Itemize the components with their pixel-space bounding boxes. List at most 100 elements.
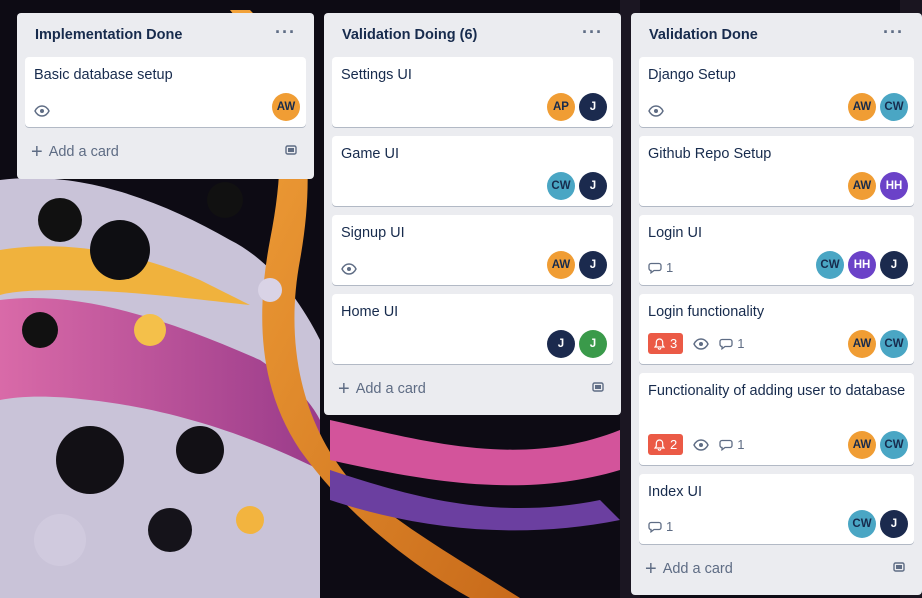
avatar[interactable]: J [579, 330, 607, 358]
list-header: Validation Doing (6) ··· [332, 13, 613, 57]
card-badges: 3 1 [648, 333, 744, 354]
card-title: Index UI [648, 484, 702, 500]
eye-icon [341, 263, 357, 275]
card-title: Login UI [648, 225, 703, 241]
card-template-icon[interactable] [892, 560, 906, 578]
card[interactable]: Basic database setup AW [25, 57, 306, 127]
card-members: AW CW [848, 431, 908, 459]
list-header: Implementation Done ··· [25, 13, 306, 57]
comment-count: 1 [737, 336, 745, 351]
comment-icon [719, 439, 733, 451]
plus-icon: + [31, 141, 43, 163]
ellipsis-icon[interactable]: ··· [883, 23, 904, 43]
card-members: CW J [848, 510, 908, 538]
bell-icon [654, 438, 665, 451]
comment-count: 1 [666, 519, 674, 534]
list-title[interactable]: Validation Done [649, 27, 758, 43]
card[interactable]: Django Setup AW CW [639, 57, 914, 127]
card-title: Github Repo Setup [648, 146, 772, 162]
card-members: AW CW [848, 93, 908, 121]
avatar[interactable]: J [880, 510, 908, 538]
add-card-button[interactable]: + Add a card [332, 371, 613, 407]
avatar[interactable]: J [579, 172, 607, 200]
card-title: Game UI [341, 146, 400, 162]
ellipsis-icon[interactable]: ··· [275, 23, 296, 43]
avatar[interactable]: AW [848, 172, 876, 200]
add-card-button[interactable]: + Add a card [25, 134, 306, 170]
avatar[interactable]: CW [880, 330, 908, 358]
add-card-button[interactable]: + Add a card [639, 551, 914, 587]
avatar[interactable]: HH [848, 251, 876, 279]
avatar[interactable]: HH [880, 172, 908, 200]
bell-icon [654, 337, 665, 350]
card-template-icon[interactable] [284, 143, 298, 161]
avatar[interactable]: AW [848, 431, 876, 459]
card-badges [34, 105, 50, 117]
list-title[interactable]: Validation Doing (6) [342, 27, 477, 43]
list-validation-doing: Validation Doing (6) ··· Settings UI AP … [324, 13, 621, 415]
avatar[interactable]: AP [547, 93, 575, 121]
add-card-label: Add a card [662, 561, 733, 577]
card[interactable]: Home UI J J [332, 294, 613, 364]
card-badges [648, 105, 664, 117]
comment-badge: 1 [719, 336, 744, 351]
eye-icon [693, 337, 710, 350]
card-title: Home UI [341, 304, 399, 320]
avatar[interactable]: CW [880, 431, 908, 459]
card-members: AW HH [848, 172, 908, 200]
card-template-icon[interactable] [591, 380, 605, 398]
avatar[interactable]: CW [880, 93, 908, 121]
card[interactable]: Index UI 1 CW J [639, 474, 914, 544]
eye-icon [34, 105, 50, 117]
avatar[interactable]: CW [816, 251, 844, 279]
card-members: AW J [547, 251, 607, 279]
comment-icon [648, 521, 662, 533]
comment-badge: 1 [648, 260, 673, 275]
card-badges: 1 [648, 260, 673, 275]
card-members: AP J [547, 93, 607, 121]
add-card-label: Add a card [48, 144, 119, 160]
avatar[interactable]: J [547, 330, 575, 358]
avatar[interactable]: J [579, 93, 607, 121]
ellipsis-icon[interactable]: ··· [582, 23, 603, 43]
card[interactable]: Game UI CW J [332, 136, 613, 206]
card-members: CW J [547, 172, 607, 200]
plus-icon: + [645, 558, 657, 580]
due-alert-badge: 2 [648, 434, 684, 455]
comment-count: 1 [666, 260, 674, 275]
card[interactable]: Login functionality 3 1 AW CW [639, 294, 914, 364]
eye-icon [648, 105, 664, 117]
avatar[interactable]: AW [848, 330, 876, 358]
card-title: Signup UI [341, 225, 405, 241]
card[interactable]: Functionality of adding user to database… [639, 373, 914, 465]
list-title[interactable]: Implementation Done [35, 27, 182, 43]
card-members: AW [272, 93, 300, 121]
avatar[interactable]: CW [848, 510, 876, 538]
list-implementation-done: Implementation Done ··· Basic database s… [17, 13, 314, 179]
list-validation-done: Validation Done ··· Django Setup AW CW G… [631, 13, 922, 595]
card-title: Basic database setup [34, 67, 173, 83]
avatar[interactable]: J [579, 251, 607, 279]
due-alert-badge: 3 [648, 333, 684, 354]
avatar[interactable]: AW [272, 93, 300, 121]
avatar[interactable]: CW [547, 172, 575, 200]
card[interactable]: Login UI 1 CW HH J [639, 215, 914, 285]
card[interactable]: Settings UI AP J [332, 57, 613, 127]
comment-badge: 1 [719, 437, 744, 452]
card-badges [341, 263, 357, 275]
card-members: CW HH J [816, 251, 908, 279]
card[interactable]: Github Repo Setup AW HH [639, 136, 914, 206]
card-members: AW CW [848, 330, 908, 358]
avatar[interactable]: AW [848, 93, 876, 121]
alert-count: 3 [670, 336, 678, 351]
comment-badge: 1 [648, 519, 673, 534]
comment-icon [719, 338, 733, 350]
card-badges: 1 [648, 519, 673, 534]
avatar[interactable]: AW [547, 251, 575, 279]
eye-icon [693, 438, 710, 451]
plus-icon: + [338, 378, 350, 400]
alert-count: 2 [670, 437, 678, 452]
avatar[interactable]: J [880, 251, 908, 279]
card-members: J J [547, 330, 607, 358]
card[interactable]: Signup UI AW J [332, 215, 613, 285]
